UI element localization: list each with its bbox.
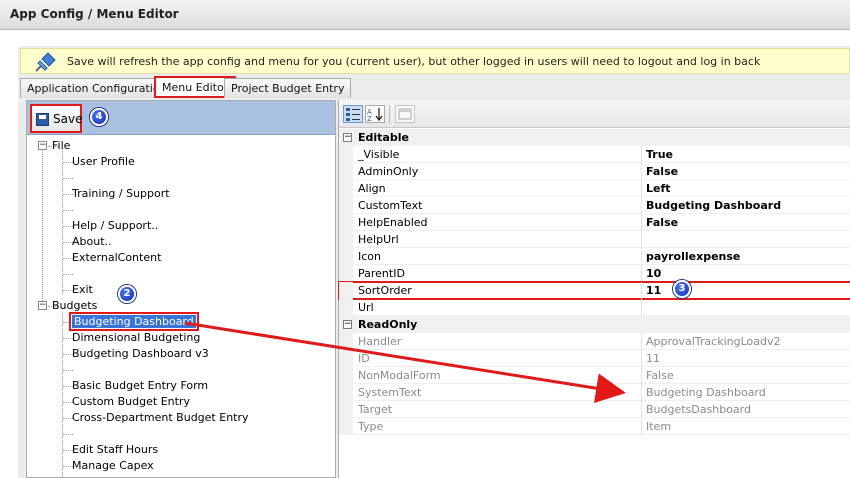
alphabetical-view-button[interactable]: A Z xyxy=(365,105,385,123)
menu-tree: − File User Profile Training / Support H… xyxy=(27,137,335,477)
category-readonly[interactable]: − ReadOnly xyxy=(339,316,850,333)
category-collapse-icon[interactable]: − xyxy=(343,133,352,142)
badge-4: 4 xyxy=(90,108,108,126)
property-row[interactable]: Target BudgetsDashboard xyxy=(339,401,850,418)
notice-text: Save will refresh the app config and men… xyxy=(67,55,761,68)
window-title: App Config / Menu Editor xyxy=(10,7,179,21)
tree-item-help-support[interactable]: Help / Support.. xyxy=(72,219,158,232)
property-row-sortorder[interactable]: SortOrder 11 xyxy=(338,281,850,300)
property-row[interactable]: _Visible True xyxy=(339,146,850,163)
property-grid-pane: A Z − Editable _Visible True AdminOnly Fal… xyxy=(338,100,850,478)
property-grid-toolbar: A Z xyxy=(339,100,850,128)
menu-tree-pane: Save − File User Profile Training / Supp… xyxy=(26,100,336,478)
tree-item-external-content[interactable]: ExternalContent xyxy=(72,251,161,264)
sort-az-icon: A Z xyxy=(367,108,383,123)
property-row[interactable]: ID 11 xyxy=(339,350,850,367)
property-row[interactable]: HelpEnabled False xyxy=(339,214,850,231)
floppy-disk-icon xyxy=(36,113,49,126)
property-row[interactable]: CustomText Budgeting Dashboard xyxy=(339,197,850,214)
tree-item-budgeting-dashboard-v3[interactable]: Budgeting Dashboard v3 xyxy=(72,347,209,360)
menu-toolbar: Save xyxy=(27,101,335,135)
property-pages-icon xyxy=(398,108,412,120)
property-row[interactable]: Align Left xyxy=(339,180,850,197)
property-row[interactable]: NonModalForm False xyxy=(339,367,850,384)
tree-node-file[interactable]: File xyxy=(52,139,70,152)
property-row[interactable]: Type Item xyxy=(339,418,850,435)
badge-3: 3 xyxy=(673,280,691,298)
tree-item-cross-department-budget-entry[interactable]: Cross-Department Budget Entry xyxy=(72,411,249,424)
property-row[interactable]: AdminOnly False xyxy=(339,163,850,180)
property-row[interactable]: Url xyxy=(339,299,850,316)
tab-project-budget-entry[interactable]: Project Budget Entry xyxy=(224,78,352,98)
badge-2: 2 xyxy=(118,285,136,303)
category-editable[interactable]: − Editable xyxy=(339,129,850,146)
tree-item-user-profile[interactable]: User Profile xyxy=(72,155,135,168)
tree-item-manage-capex[interactable]: Manage Capex xyxy=(72,459,154,472)
property-row[interactable]: ParentID 10 xyxy=(339,265,850,282)
property-pages-button[interactable] xyxy=(395,105,415,123)
tree-item-basic-budget-entry-form[interactable]: Basic Budget Entry Form xyxy=(72,379,208,392)
property-row[interactable]: SystemText Budgeting Dashboard xyxy=(339,384,850,401)
tree-item-custom-budget-entry[interactable]: Custom Budget Entry xyxy=(72,395,190,408)
category-collapse-icon[interactable]: − xyxy=(343,320,352,329)
tree-item-budgeting-dashboard[interactable]: Budgeting Dashboard xyxy=(69,312,199,331)
property-row[interactable]: HelpUrl xyxy=(339,231,850,248)
property-row[interactable]: Icon payrollexpense xyxy=(339,248,850,265)
tree-item-dimensional-budgeting[interactable]: Dimensional Budgeting xyxy=(72,331,200,344)
tab-application-configuration[interactable]: Application Configuration xyxy=(20,78,174,98)
save-button[interactable]: Save xyxy=(30,104,82,133)
tree-item-edit-staff-hours[interactable]: Edit Staff Hours xyxy=(72,443,158,456)
property-row[interactable]: Handler ApprovalTrackingLoadv2 xyxy=(339,333,850,350)
tree-item-training-support[interactable]: Training / Support xyxy=(72,187,170,200)
tree-node-budgets[interactable]: Budgets xyxy=(52,299,97,312)
budgets-collapse-icon[interactable]: − xyxy=(38,301,47,310)
tree-item-about[interactable]: About.. xyxy=(72,235,112,248)
categorized-view-button[interactable] xyxy=(343,105,363,123)
tree-item-exit[interactable]: Exit xyxy=(72,283,93,296)
file-collapse-icon[interactable]: − xyxy=(38,141,47,150)
pushpin-icon xyxy=(35,52,56,72)
window-titlebar: App Config / Menu Editor xyxy=(0,0,850,30)
save-button-label: Save xyxy=(53,112,83,126)
notice-bar: Save will refresh the app config and men… xyxy=(20,48,850,74)
categorized-icon xyxy=(346,108,360,121)
svg-text:Z: Z xyxy=(367,115,372,122)
